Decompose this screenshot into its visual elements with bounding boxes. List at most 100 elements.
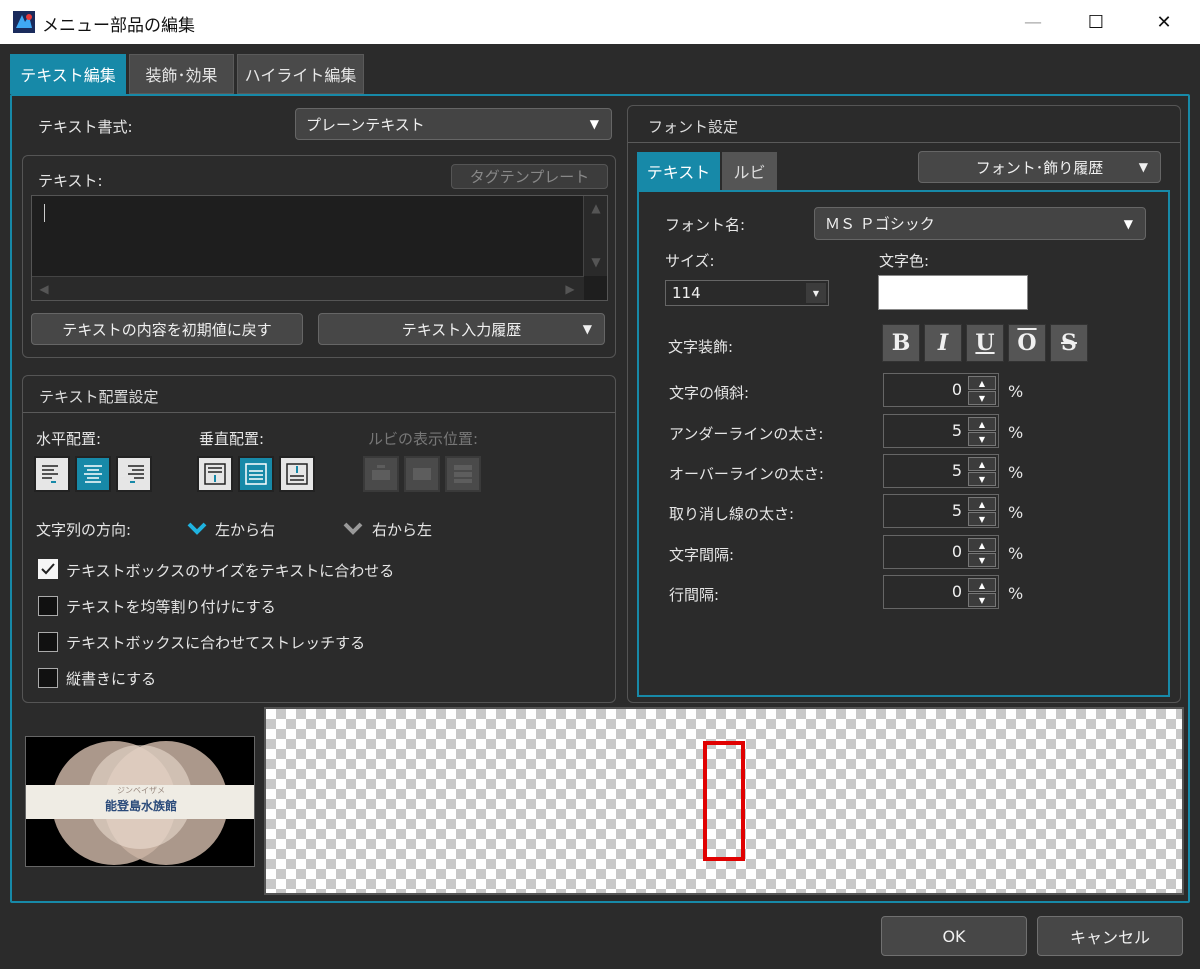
- italic-button[interactable]: I: [924, 324, 962, 362]
- line-spacing-unit: %: [1008, 584, 1024, 603]
- strikethrough-button[interactable]: S: [1050, 324, 1088, 362]
- vertical-scrollbar[interactable]: ▲ ▼: [583, 196, 607, 276]
- direction-label: 文字列の方向:: [36, 521, 132, 539]
- reset-text-button[interactable]: テキストの内容を初期値に戻す: [31, 313, 303, 345]
- font-size-select[interactable]: 114 ▼: [665, 280, 829, 306]
- minimize-button[interactable]: —: [1010, 0, 1056, 44]
- divider: [23, 412, 615, 413]
- spin-up-icon[interactable]: ▲: [968, 578, 996, 592]
- text-input-area[interactable]: ▲ ▼ ◀ ▶: [31, 195, 608, 301]
- vertical-writing-checkbox[interactable]: [38, 668, 58, 688]
- close-button[interactable]: ✕: [1141, 0, 1187, 44]
- letter-spacing-label: 文字間隔:: [669, 546, 735, 564]
- text-box-selection[interactable]: [703, 741, 745, 861]
- underline-width-spinner[interactable]: 5 ▲ ▼: [883, 414, 999, 448]
- line-spacing-label: 行間隔:: [669, 586, 720, 604]
- scroll-left-icon[interactable]: ◀: [32, 277, 56, 301]
- ok-button[interactable]: OK: [881, 916, 1027, 956]
- bold-button[interactable]: B: [882, 324, 920, 362]
- spin-up-icon[interactable]: ▲: [968, 497, 996, 511]
- scroll-down-icon[interactable]: ▼: [584, 250, 608, 274]
- overline-width-spinner[interactable]: 5 ▲ ▼: [883, 454, 999, 488]
- text-label: テキスト:: [38, 172, 103, 190]
- justify-label[interactable]: テキストを均等割り付けにする: [66, 596, 276, 617]
- ruby-position-top-button[interactable]: [363, 456, 399, 492]
- tab-highlight-edit[interactable]: ハイライト編集: [237, 54, 364, 94]
- tab-text-edit[interactable]: テキスト編集: [10, 54, 126, 94]
- spin-up-icon[interactable]: ▲: [968, 417, 996, 431]
- valign-middle-button[interactable]: [238, 456, 274, 492]
- divider: [628, 142, 1180, 143]
- fit-size-checkbox[interactable]: [38, 559, 58, 579]
- direction-ltr-selected-icon[interactable]: [186, 517, 208, 539]
- spin-down-icon[interactable]: ▼: [968, 472, 996, 486]
- align-right-icon: [128, 465, 144, 483]
- ruby-position-label: ルビの表示位置:: [368, 430, 479, 448]
- stretch-label[interactable]: テキストボックスに合わせてストレッチする: [66, 632, 365, 653]
- tag-template-button[interactable]: タグテンプレート: [451, 164, 608, 189]
- preview-canvas[interactable]: [264, 707, 1184, 895]
- font-name-label: フォント名:: [665, 216, 746, 234]
- stretch-checkbox[interactable]: [38, 632, 58, 652]
- spin-down-icon[interactable]: ▼: [968, 512, 996, 526]
- underline-width-label: アンダーラインの太さ:: [669, 425, 824, 443]
- text-format-label: テキスト書式:: [38, 118, 133, 136]
- tab-decoration-effect[interactable]: 装飾･効果: [129, 54, 234, 94]
- underline-width-unit: %: [1008, 423, 1024, 442]
- checkmark-icon: [41, 563, 55, 575]
- underline-button[interactable]: U: [966, 324, 1004, 362]
- spin-down-icon[interactable]: ▼: [968, 553, 996, 567]
- size-label: サイズ:: [665, 252, 715, 270]
- title-bar: メニュー部品の編集 — ☐ ✕: [0, 0, 1200, 44]
- font-history-button[interactable]: フォント･飾り履歴 ▼: [918, 151, 1161, 183]
- line-spacing-spinner[interactable]: 0 ▲ ▼: [883, 575, 999, 609]
- dropdown-arrow-icon: ▼: [582, 322, 592, 336]
- valign-bottom-icon: [286, 463, 308, 485]
- font-tab-ruby[interactable]: ルビ: [722, 152, 777, 190]
- ruby-position-middle-button[interactable]: [404, 456, 440, 492]
- menu-thumbnail[interactable]: ジンベイザメ 能登島水族館: [25, 736, 255, 867]
- scroll-up-icon[interactable]: ▲: [584, 196, 608, 220]
- ruby-middle-icon: [413, 468, 431, 480]
- spin-up-icon[interactable]: ▲: [968, 376, 996, 390]
- text-format-select[interactable]: プレーンテキスト ▼: [295, 108, 612, 140]
- spin-down-icon[interactable]: ▼: [968, 391, 996, 405]
- letter-spacing-spinner[interactable]: 0 ▲ ▼: [883, 535, 999, 569]
- justify-checkbox[interactable]: [38, 596, 58, 616]
- window-title: メニュー部品の編集: [42, 16, 195, 36]
- direction-rtl-label[interactable]: 右から左: [372, 519, 432, 540]
- spin-up-icon[interactable]: ▲: [968, 457, 996, 471]
- font-tab-text[interactable]: テキスト: [637, 152, 720, 190]
- direction-rtl-icon[interactable]: [342, 517, 364, 539]
- spin-down-icon[interactable]: ▼: [968, 593, 996, 607]
- scroll-right-icon[interactable]: ▶: [558, 277, 582, 301]
- maximize-button[interactable]: ☐: [1073, 0, 1119, 44]
- dropdown-arrow-icon: ▼: [589, 117, 599, 131]
- spin-up-icon[interactable]: ▲: [968, 538, 996, 552]
- slant-spinner[interactable]: 0 ▲ ▼: [883, 373, 999, 407]
- align-center-button[interactable]: [75, 456, 111, 492]
- letter-spacing-value: 0: [951, 542, 962, 561]
- valign-top-button[interactable]: [197, 456, 233, 492]
- valign-bottom-button[interactable]: [279, 456, 315, 492]
- horizontal-scrollbar[interactable]: ◀ ▶: [32, 276, 584, 300]
- underline-width-value: 5: [951, 421, 962, 440]
- align-right-button[interactable]: [116, 456, 152, 492]
- overline-button[interactable]: O: [1008, 324, 1046, 362]
- direction-ltr-label[interactable]: 左から右: [215, 519, 275, 540]
- strike-width-spinner[interactable]: 5 ▲ ▼: [883, 494, 999, 528]
- vertical-writing-label[interactable]: 縦書きにする: [66, 668, 156, 689]
- ruby-top-icon: [372, 465, 390, 480]
- ruby-position-bottom-button[interactable]: [445, 456, 481, 492]
- font-panel-title: フォント設定: [648, 118, 739, 136]
- slant-label: 文字の傾斜:: [669, 384, 750, 402]
- text-color-swatch[interactable]: [878, 275, 1028, 310]
- cancel-button[interactable]: キャンセル: [1037, 916, 1183, 956]
- thumbnail-title: 能登島水族館: [104, 799, 177, 813]
- spin-down-icon[interactable]: ▼: [968, 432, 996, 446]
- text-history-button[interactable]: テキスト入力履歴 ▼: [318, 313, 605, 345]
- fit-size-label[interactable]: テキストボックスのサイズをテキストに合わせる: [66, 560, 394, 581]
- vertical-align-label: 垂直配置:: [199, 430, 265, 448]
- align-left-button[interactable]: [34, 456, 70, 492]
- font-name-select[interactable]: ＭＳ Ｐゴシック ▼: [814, 207, 1146, 240]
